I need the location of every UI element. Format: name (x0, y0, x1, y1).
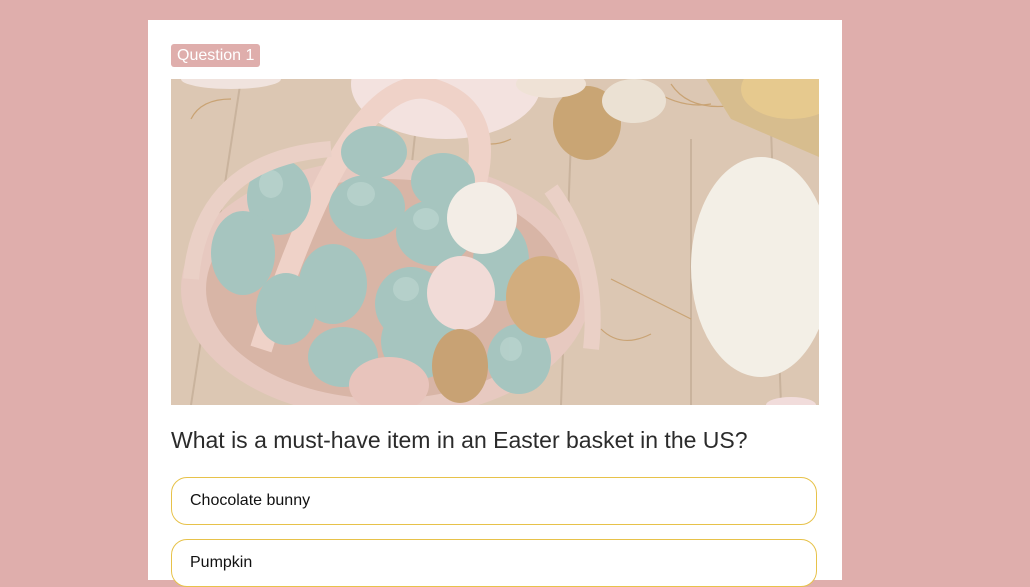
question-text: What is a must-have item in an Easter ba… (171, 427, 748, 453)
quiz-card: Question 1 What is a must-have item in a… (148, 20, 842, 587)
answer-option-chocolate-bunny[interactable]: Chocolate bunny (171, 477, 817, 525)
question-number-badge: Question 1 (171, 44, 261, 67)
easter-eggs-image (171, 79, 819, 405)
answer-option-label: Pumpkin (190, 554, 253, 571)
answer-option-pumpkin[interactable]: Pumpkin (171, 539, 817, 587)
answer-option-label: Chocolate bunny (190, 492, 311, 509)
